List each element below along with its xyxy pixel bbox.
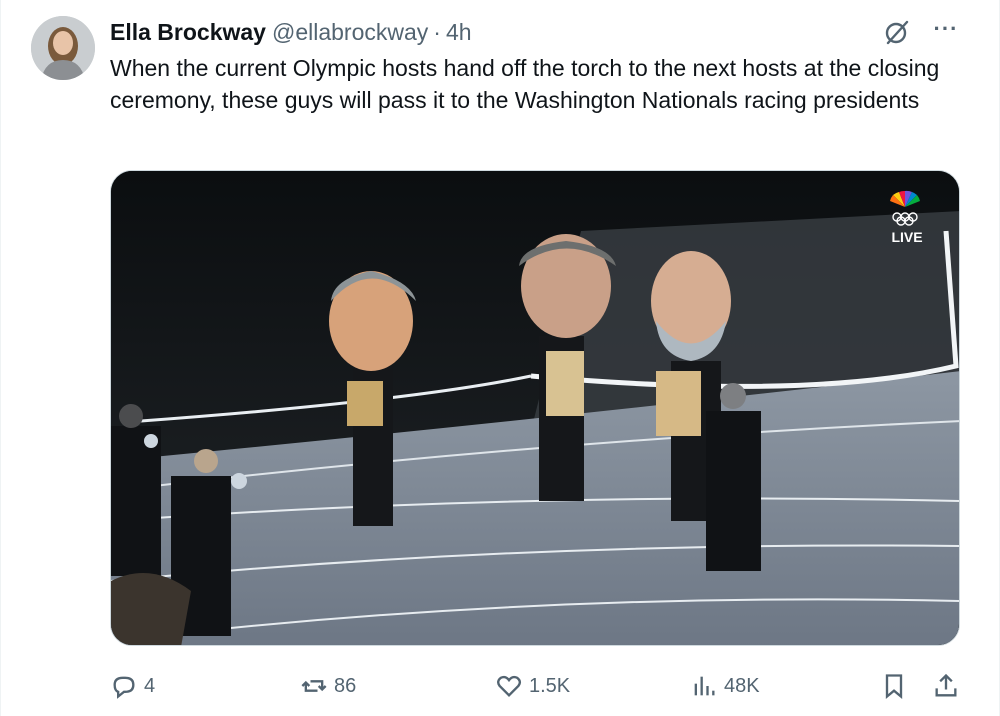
avatar[interactable] bbox=[31, 16, 95, 80]
separator-dot: · bbox=[433, 18, 441, 45]
like-button[interactable]: 1.5K bbox=[495, 666, 570, 706]
broadcast-logo: LIVE bbox=[885, 187, 929, 245]
tweet-text: When the current Olympic hosts hand off … bbox=[110, 55, 940, 113]
avatar-image bbox=[31, 16, 95, 80]
repost-button[interactable]: 86 bbox=[300, 666, 356, 706]
share-button[interactable] bbox=[932, 666, 966, 706]
share-icon bbox=[935, 673, 957, 697]
video-frame bbox=[111, 171, 959, 645]
bookmark-button[interactable] bbox=[880, 666, 914, 706]
repost-count: 86 bbox=[334, 674, 357, 697]
live-badge: LIVE bbox=[891, 229, 923, 245]
views-icon bbox=[694, 676, 715, 696]
grok-icon[interactable] bbox=[881, 16, 913, 48]
author-name[interactable]: Ella Brockway bbox=[110, 19, 266, 46]
action-bar: 4 86 1.5K 48K bbox=[110, 666, 965, 706]
reply-icon bbox=[113, 676, 135, 699]
like-icon bbox=[497, 675, 521, 697]
views-button[interactable]: 48K bbox=[690, 666, 760, 706]
repost-icon bbox=[301, 680, 327, 692]
reply-count: 4 bbox=[144, 674, 156, 697]
tweet-header: Ella Brockway @ellabrockway · 4h bbox=[110, 16, 472, 48]
reply-button[interactable]: 4 bbox=[110, 666, 155, 706]
tweet-card[interactable]: Ella Brockway @ellabrockway · 4h ··· Whe… bbox=[0, 0, 1000, 716]
like-count: 1.5K bbox=[529, 674, 571, 697]
timestamp[interactable]: 4h bbox=[446, 19, 472, 46]
tweet-media[interactable]: LIVE bbox=[110, 170, 960, 646]
author-handle[interactable]: @ellabrockway bbox=[272, 19, 428, 46]
more-icon[interactable]: ··· bbox=[929, 16, 963, 48]
network-olympics-icon bbox=[890, 190, 920, 226]
bookmark-icon bbox=[885, 674, 903, 699]
views-count: 48K bbox=[724, 674, 760, 697]
